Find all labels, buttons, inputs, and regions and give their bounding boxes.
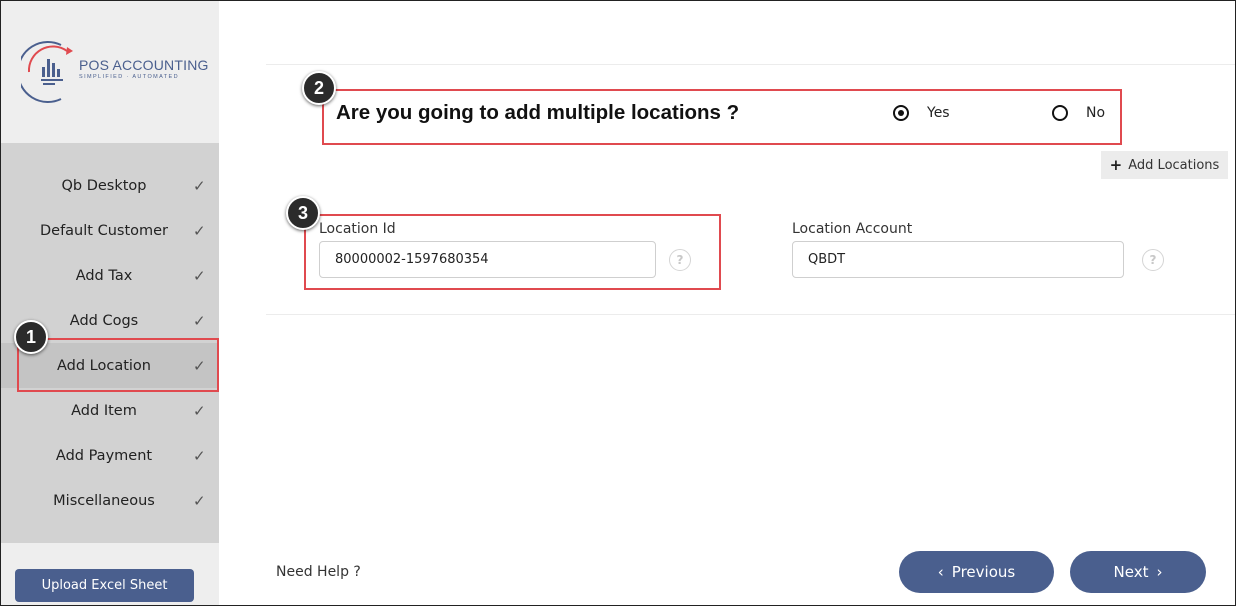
location-account-input[interactable] — [792, 241, 1124, 278]
check-icon: ✓ — [193, 446, 206, 465]
yes-radio[interactable] — [893, 105, 909, 121]
add-locations-label: Add Locations — [1128, 157, 1220, 173]
step-label: Add Location — [56, 357, 151, 374]
check-icon: ✓ — [193, 266, 206, 285]
app-window: POS ACCOUNTING SIMPLIFIED · AUTOMATED Qb… — [0, 0, 1236, 606]
no-radio[interactable] — [1052, 105, 1068, 121]
previous-button[interactable]: ‹ Previous — [899, 551, 1054, 593]
upload-excel-button[interactable]: Upload Excel Sheet — [15, 569, 194, 602]
step-label: Add Payment — [55, 447, 153, 464]
step-marker-2: 2 — [302, 71, 336, 105]
help-icon[interactable]: ? — [1142, 249, 1164, 271]
add-locations-button[interactable]: + Add Locations — [1101, 151, 1228, 179]
step-add-item[interactable]: Add Item ✓ — [1, 388, 219, 433]
sidebar: POS ACCOUNTING SIMPLIFIED · AUTOMATED Qb… — [1, 1, 219, 605]
location-account-label: Location Account — [792, 221, 913, 237]
need-help-link[interactable]: Need Help ? — [276, 564, 361, 580]
check-icon: ✓ — [193, 491, 206, 510]
step-label: Qb Desktop — [61, 177, 147, 194]
logo: POS ACCOUNTING SIMPLIFIED · AUTOMATED — [21, 37, 208, 107]
next-button[interactable]: Next › — [1070, 551, 1206, 593]
step-label: Add Item — [71, 402, 137, 419]
step-miscellaneous[interactable]: Miscellaneous ✓ — [1, 478, 219, 523]
chevron-left-icon: ‹ — [937, 563, 944, 581]
logo-icon — [21, 41, 73, 103]
plus-icon: + — [1109, 156, 1123, 174]
step-add-payment[interactable]: Add Payment ✓ — [1, 433, 219, 478]
check-icon: ✓ — [193, 176, 206, 195]
no-radio-label[interactable]: No — [1086, 105, 1105, 121]
step-label: Add Tax — [75, 267, 133, 284]
previous-label: Previous — [951, 563, 1016, 581]
next-label: Next — [1113, 563, 1149, 581]
location-id-label: Location Id — [319, 221, 396, 237]
step-default-customer[interactable]: Default Customer ✓ — [1, 208, 219, 253]
step-label: Miscellaneous — [53, 492, 155, 509]
divider-top — [266, 64, 1235, 65]
step-marker-3: 3 — [286, 196, 320, 230]
step-marker-1: 1 — [14, 320, 48, 354]
logo-title: POS ACCOUNTING — [79, 57, 209, 73]
logo-tagline: SIMPLIFIED · AUTOMATED — [79, 74, 179, 80]
check-icon: ✓ — [193, 401, 206, 420]
help-icon[interactable]: ? — [669, 249, 691, 271]
step-label: Default Customer — [39, 222, 169, 239]
yes-radio-label[interactable]: Yes — [927, 105, 950, 121]
step-qb-desktop[interactable]: Qb Desktop ✓ — [1, 163, 219, 208]
divider-bottom — [266, 314, 1235, 315]
location-id-input[interactable] — [319, 241, 656, 278]
step-add-tax[interactable]: Add Tax ✓ — [1, 253, 219, 298]
multiple-locations-question: Are you going to add multiple locations … — [336, 101, 740, 124]
chevron-right-icon: › — [1156, 563, 1163, 581]
check-icon: ✓ — [193, 221, 206, 240]
check-icon: ✓ — [193, 311, 206, 330]
check-icon: ✓ — [193, 356, 206, 375]
